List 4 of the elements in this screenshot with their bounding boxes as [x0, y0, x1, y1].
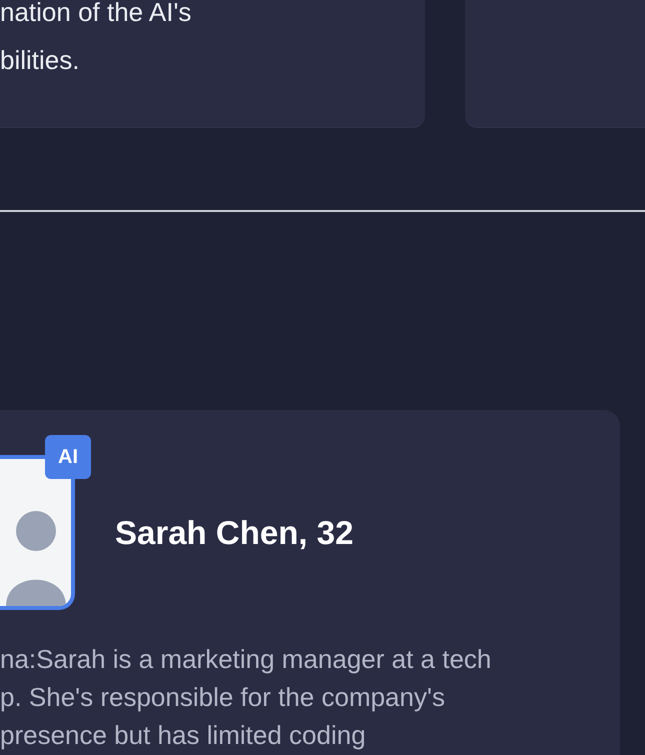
card-description: nation of the AI's bilities. — [0, 0, 192, 77]
ai-badge: AI — [45, 435, 91, 479]
persona-description: na:Sarah is a marketing manager at a tech p. She's responsible for the company's presence but has limited coding — [0, 643, 492, 752]
persona-name: Sarah Chen, 32 — [115, 512, 354, 553]
